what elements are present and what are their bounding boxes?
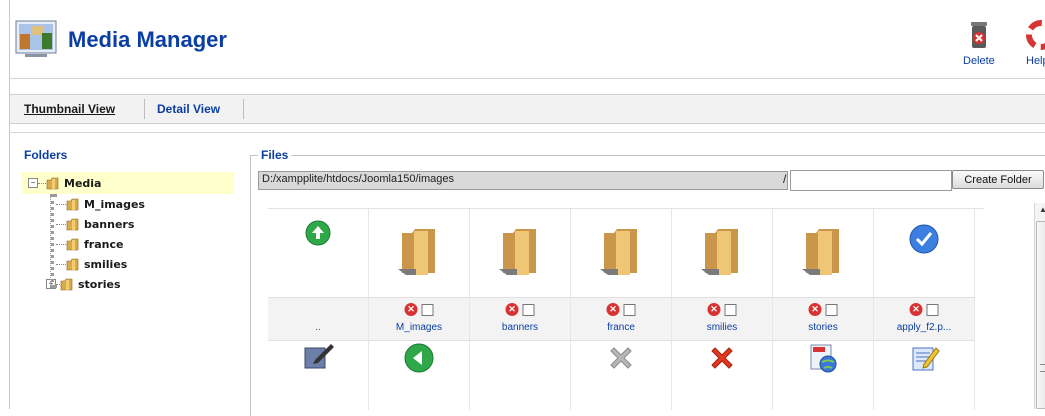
file-label-cell: ✕ banners [470, 297, 571, 341]
help-label: Help [1026, 55, 1045, 67]
notepad-pencil-icon [912, 347, 940, 371]
file-name[interactable]: smilies [672, 322, 772, 333]
tree-label: france [84, 237, 124, 251]
file-thumb[interactable] [773, 340, 874, 410]
file-label-cell: ✕ M_images [369, 297, 470, 341]
view-toolbar: Thumbnail View Detail View [10, 94, 1045, 124]
up-folder-link[interactable]: .. [268, 322, 368, 333]
file-name[interactable]: stories [773, 322, 873, 333]
folder-tree: − Media M_images banners france smilies … [22, 172, 234, 294]
folder-icon [66, 218, 79, 231]
thumbnail-grid: .. ✕ M_images ✕ banners ✕ france ✕ smili… [268, 208, 984, 410]
file-name[interactable]: france [571, 322, 671, 333]
file-thumb[interactable] [874, 340, 975, 410]
file-thumb[interactable] [874, 209, 975, 297]
trash-delete-icon [970, 22, 987, 48]
up-arrow-icon [305, 220, 331, 246]
file-thumb[interactable] [268, 340, 369, 410]
file-name[interactable]: apply_f2.p... [874, 322, 974, 333]
file-thumb[interactable] [571, 209, 672, 297]
file-name[interactable]: M_images [369, 322, 469, 333]
page-title: Media Manager [68, 27, 227, 52]
delete-label: Delete [963, 55, 995, 67]
scrollbar-thumb[interactable] [1036, 221, 1045, 409]
file-label-cell: ✕ stories [773, 297, 874, 341]
file-thumb[interactable] [672, 209, 773, 297]
file-thumb[interactable] [470, 340, 571, 410]
up-folder-label-cell[interactable]: .. [268, 297, 369, 341]
up-folder-cell[interactable] [268, 209, 369, 297]
select-checkbox[interactable] [623, 303, 636, 316]
tree-label: banners [84, 217, 135, 231]
tree-label: M_images [84, 197, 145, 211]
css-globe-icon [810, 344, 837, 373]
delete-button[interactable]: Delete [963, 20, 995, 67]
delete-item-icon[interactable]: ✕ [404, 303, 418, 316]
tab-detail-view[interactable]: Detail View [157, 102, 220, 116]
help-lifebuoy-icon [1026, 20, 1045, 50]
delete-item-icon[interactable]: ✕ [505, 303, 519, 316]
folder-icon [600, 229, 637, 275]
tab-separator [243, 99, 244, 119]
path-separator: / [783, 172, 787, 186]
file-thumb[interactable] [369, 340, 470, 410]
select-checkbox[interactable] [825, 303, 838, 316]
folder-icon [66, 198, 79, 211]
media-manager-logo-icon [15, 20, 57, 57]
folder-icon [701, 229, 738, 275]
tree-connector [50, 194, 54, 288]
collapse-toggle-icon[interactable]: − [28, 178, 38, 188]
tab-thumbnail-view[interactable]: Thumbnail View [24, 102, 115, 116]
folder-icon [499, 229, 536, 275]
gray-x-icon [610, 347, 632, 369]
scrollbar-grip-icon [1040, 364, 1045, 372]
select-checkbox[interactable] [522, 303, 535, 316]
folder-icon [60, 278, 73, 291]
tree-label: stories [78, 277, 121, 291]
files-heading: Files [258, 148, 292, 162]
tree-label-media: Media [64, 176, 102, 190]
folder-icon [46, 177, 59, 190]
files-scrollbar[interactable]: ▲ [1034, 203, 1045, 409]
file-thumb[interactable] [369, 209, 470, 297]
new-folder-input[interactable] [790, 170, 952, 191]
select-checkbox[interactable] [926, 303, 939, 316]
delete-item-icon[interactable]: ✕ [808, 303, 822, 316]
back-arrow-icon [404, 343, 434, 373]
media-manager-frame: Media Manager Delete Help Thumbnail View… [9, 0, 1045, 416]
red-x-icon [711, 347, 733, 369]
file-thumb[interactable] [773, 209, 874, 297]
folder-icon [66, 238, 79, 251]
divider [10, 132, 1045, 133]
create-folder-button[interactable]: Create Folder [952, 170, 1044, 189]
header-bar: Media Manager Delete Help [10, 0, 1045, 79]
file-label-cell: ✕ smilies [672, 297, 773, 341]
current-path-field: D:/xampplite/htdocs/Joomla150/images [258, 171, 788, 190]
help-button[interactable]: Help [1026, 20, 1045, 67]
folders-heading: Folders [24, 148, 68, 162]
file-label-cell: ✕ france [571, 297, 672, 341]
tab-separator [144, 99, 145, 119]
delete-item-icon[interactable]: ✕ [606, 303, 620, 316]
file-label-cell: ✕ apply_f2.p... [874, 297, 975, 341]
tree-label: smilies [84, 257, 128, 271]
delete-item-icon[interactable]: ✕ [909, 303, 923, 316]
scroll-up-arrow-icon[interactable]: ▲ [1035, 203, 1045, 217]
file-thumb[interactable] [571, 340, 672, 410]
select-checkbox[interactable] [421, 303, 434, 316]
tree-root-media[interactable]: − Media [22, 172, 234, 194]
edit-icon [304, 344, 334, 369]
folder-icon [802, 229, 839, 275]
select-checkbox[interactable] [724, 303, 737, 316]
checkmark-icon [909, 224, 939, 254]
delete-item-icon[interactable]: ✕ [707, 303, 721, 316]
folder-icon [398, 229, 435, 275]
file-name[interactable]: banners [470, 322, 570, 333]
file-thumb[interactable] [672, 340, 773, 410]
folder-icon [66, 258, 79, 271]
file-thumb[interactable] [470, 209, 571, 297]
